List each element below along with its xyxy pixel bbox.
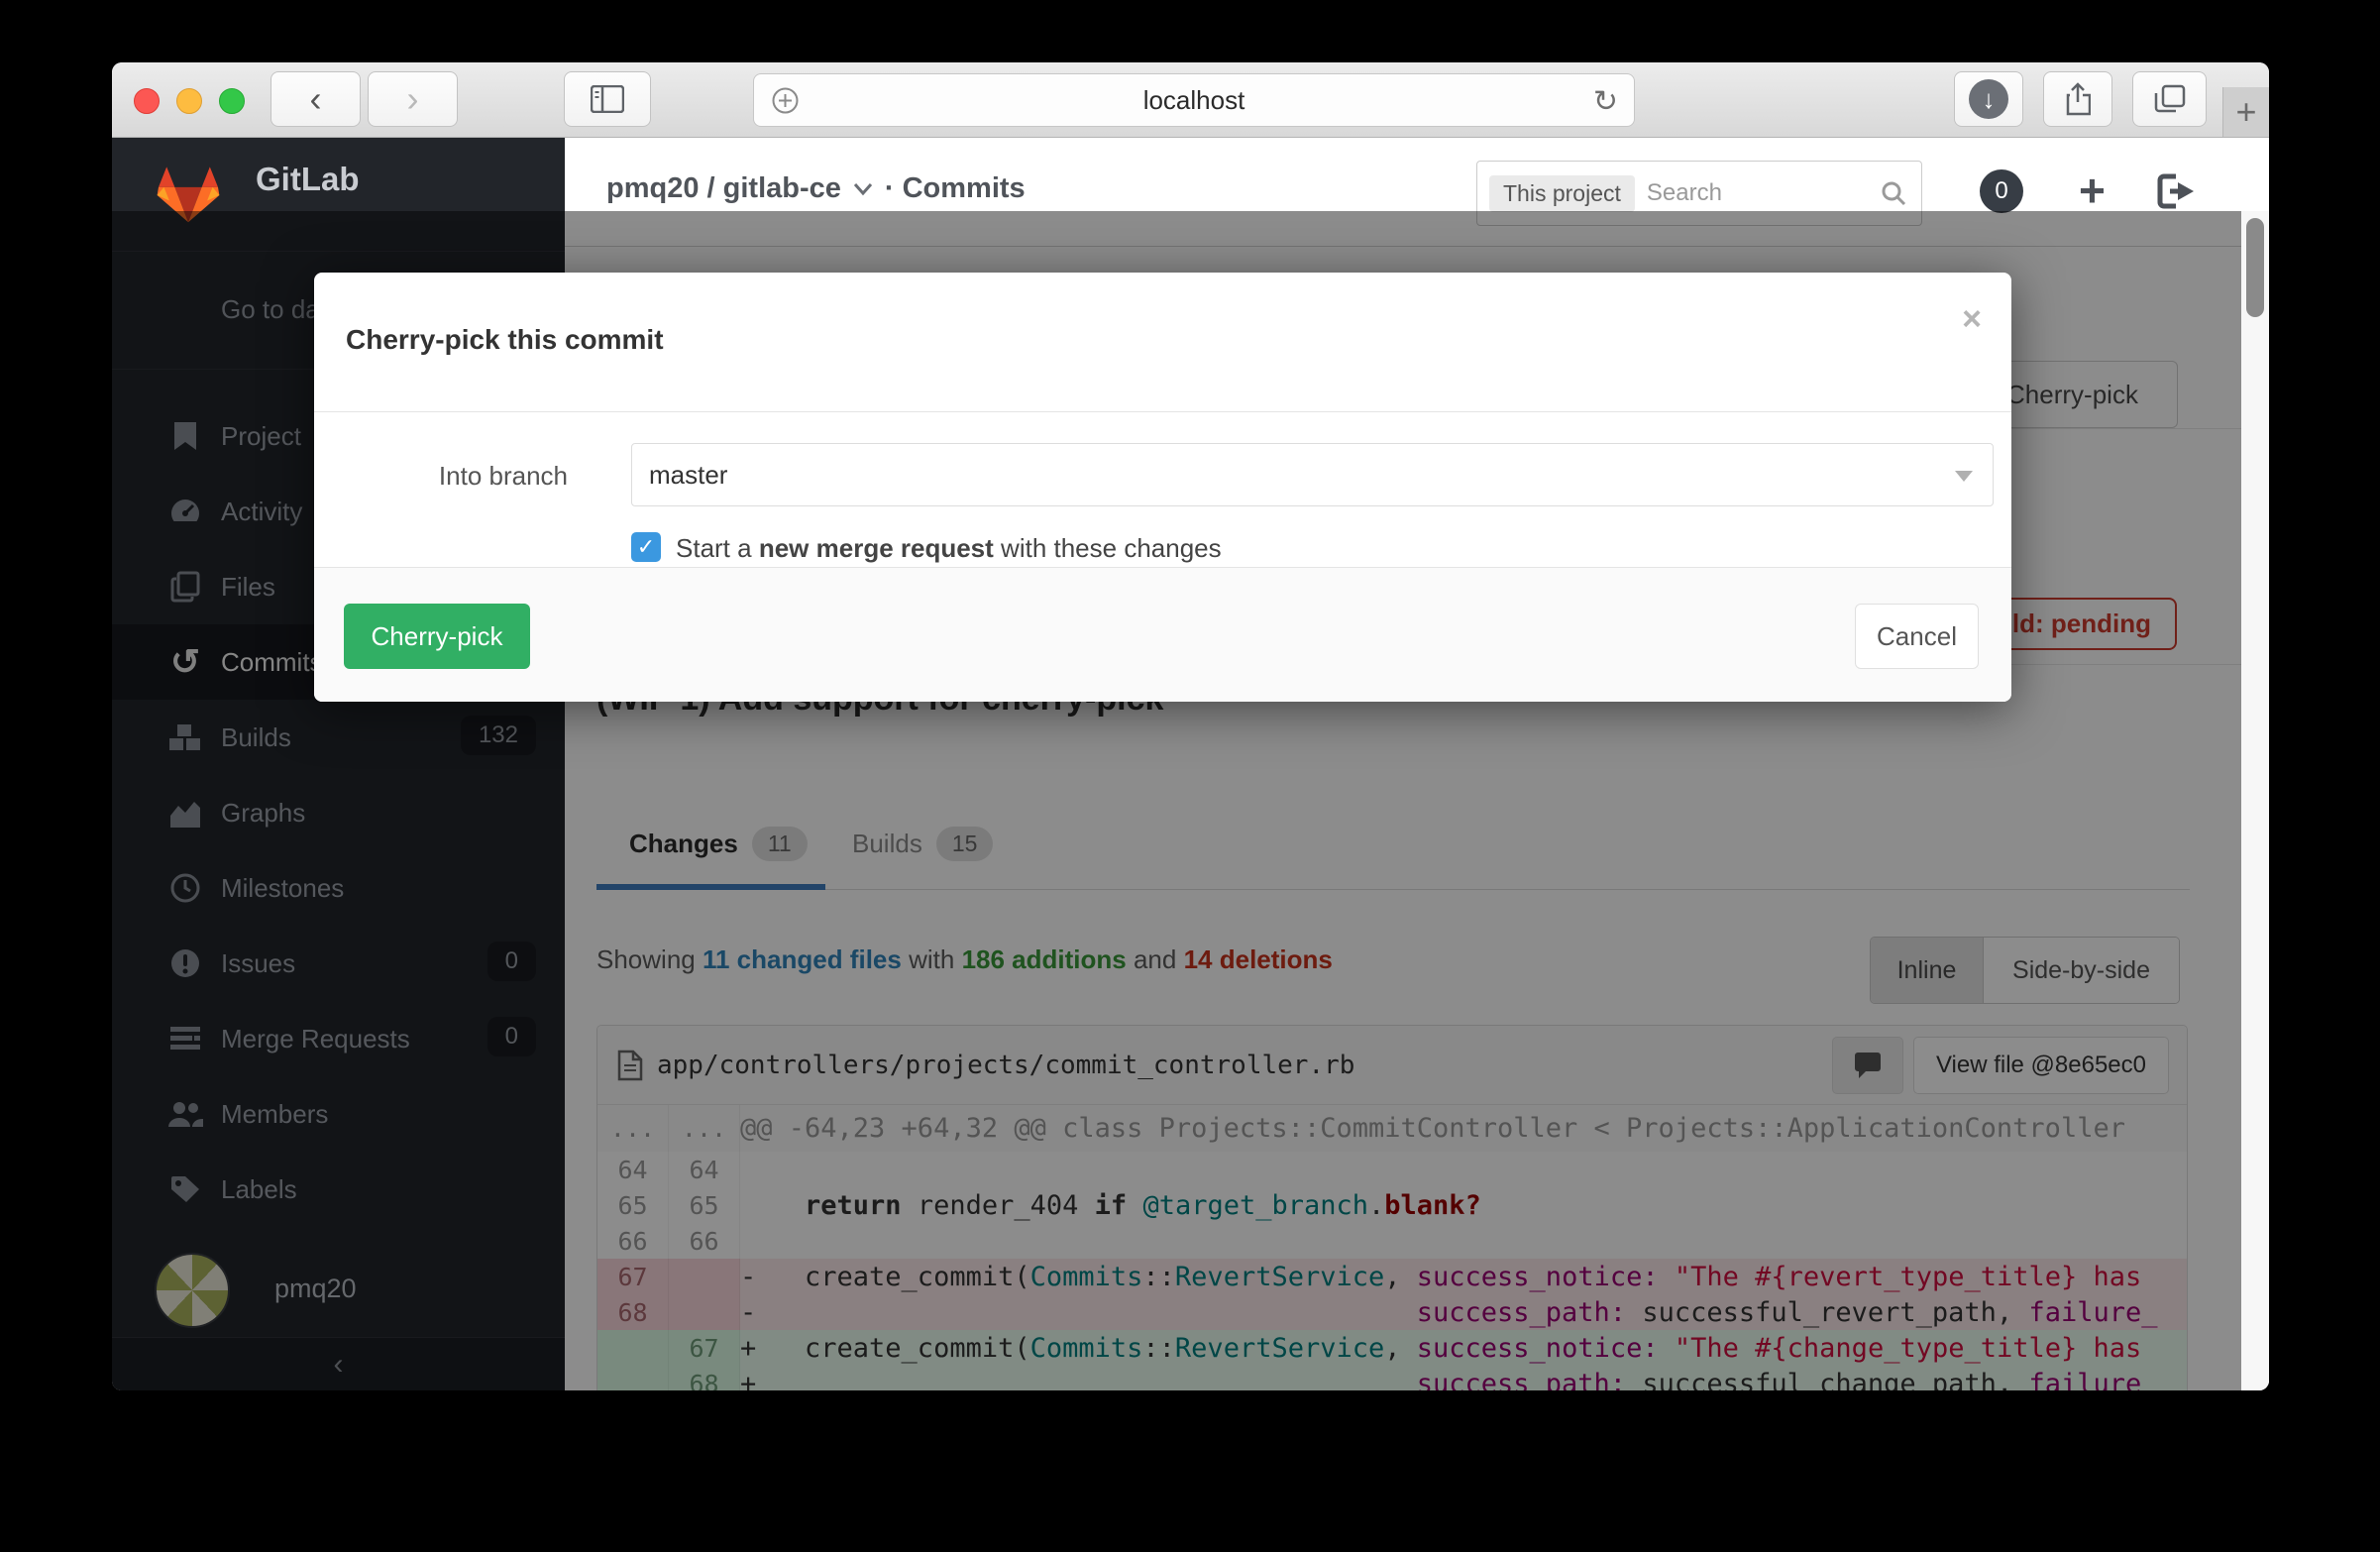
cherry-pick-confirm-button[interactable]: Cherry-pick (344, 604, 530, 669)
search-icon (1880, 179, 1907, 207)
branch-select[interactable]: master (631, 443, 1994, 506)
refresh-icon[interactable]: ↻ (1593, 84, 1618, 119)
caret-down-icon (1955, 471, 1973, 482)
window-close-button[interactable] (134, 88, 160, 114)
branch-label: Into branch (314, 461, 568, 492)
scrollbar-track[interactable] (2241, 211, 2269, 1390)
breadcrumb: pmq20 / gitlab-ce · Commits (606, 172, 1026, 205)
search-scope-badge: This project (1489, 175, 1635, 212)
section-title: · Commits (885, 172, 1026, 205)
new-merge-request-label[interactable]: Start a new merge request with these cha… (676, 533, 1222, 564)
share-button[interactable] (2043, 71, 2112, 127)
branch-value: master (649, 460, 727, 491)
forward-button[interactable]: › (368, 71, 458, 127)
browser-window: ‹ › localhost ↻ ↓ (112, 62, 2269, 1390)
scrollbar-thumb[interactable] (2246, 218, 2264, 317)
tab-overview-button[interactable] (2132, 71, 2207, 127)
add-extension-icon[interactable] (772, 87, 799, 114)
page-viewport: GitLab Go to dashboard Project Activity (112, 137, 2269, 1390)
new-tab-button[interactable]: + (2222, 87, 2269, 137)
back-icon: ‹ (310, 81, 322, 117)
modal-title: Cherry-pick this commit (346, 324, 664, 356)
divider (314, 411, 2011, 412)
check-icon: ✓ (637, 534, 655, 560)
url-text: localhost (1143, 85, 1245, 116)
back-button[interactable]: ‹ (270, 71, 361, 127)
window-zoom-button[interactable] (219, 88, 245, 114)
tab-overview-icon (2154, 84, 2186, 114)
forward-icon: › (407, 81, 419, 117)
todos-count-badge[interactable]: 0 (1980, 169, 2023, 213)
project-title[interactable]: pmq20 / gitlab-ce (606, 172, 841, 205)
cherry-pick-modal: Cherry-pick this commit × Into branch ma… (314, 273, 2011, 702)
gitlab-wordmark[interactable]: GitLab (256, 161, 360, 198)
share-icon (2065, 82, 2091, 116)
sidebar-toggle-button[interactable] (564, 71, 651, 127)
new-merge-request-checkbox[interactable]: ✓ (631, 532, 661, 562)
new-tab-icon: + (2235, 91, 2256, 133)
new-project-icon[interactable]: + (2079, 165, 2106, 216)
sidebar-toggle-icon (591, 85, 624, 113)
downloads-button[interactable]: ↓ (1954, 71, 2023, 127)
address-bar[interactable]: localhost ↻ (753, 73, 1635, 127)
cancel-button[interactable]: Cancel (1855, 604, 1979, 669)
close-icon[interactable]: × (1962, 302, 1982, 336)
browser-toolbar: ‹ › localhost ↻ ↓ (112, 62, 2269, 138)
downloads-icon: ↓ (1969, 79, 2008, 119)
sign-out-icon[interactable] (2156, 172, 2198, 210)
modal-footer: Cherry-pick Cancel (314, 567, 2011, 702)
chevron-down-icon[interactable] (853, 182, 873, 196)
window-minimize-button[interactable] (176, 88, 202, 114)
search-placeholder: Search (1647, 179, 1880, 207)
